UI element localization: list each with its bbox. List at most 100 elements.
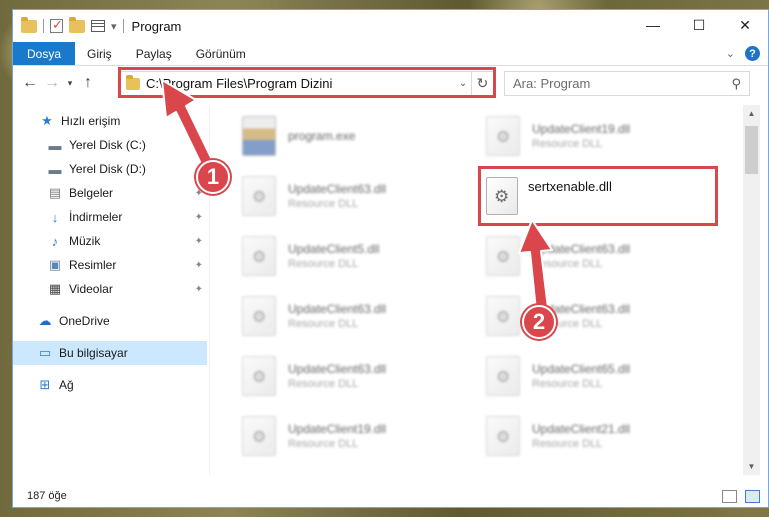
file-item[interactable]: UpdateClient63.dll Resource DLL <box>242 171 482 221</box>
dll-file-icon <box>486 116 520 156</box>
sidebar-item-label: Bu bilgisayar <box>59 346 128 360</box>
sidebar-item-videos[interactable]: ▦ Videolar ✦ <box>13 277 207 301</box>
sidebar-item-quick-access[interactable]: ★ Hızlı erişim <box>13 109 207 133</box>
file-description: Resource DLL <box>288 198 359 210</box>
file-name: program.exe <box>288 129 356 143</box>
documents-icon: ▤ <box>48 185 62 200</box>
pin-icon[interactable]: ✦ <box>195 284 203 295</box>
refresh-icon[interactable]: ↻ <box>471 72 493 95</box>
pin-icon[interactable]: ✦ <box>195 212 203 223</box>
sidebar-item-label: Müzik <box>69 234 101 248</box>
sidebar-item-label: Hızlı erişim <box>61 114 121 128</box>
tab-view[interactable]: Görünüm <box>184 42 258 65</box>
minimize-button[interactable]: — <box>630 10 676 40</box>
sidebar-item-label: Videolar <box>69 282 113 296</box>
highlighted-file-item[interactable]: sertxenable.dll <box>486 177 612 215</box>
search-placeholder: Ara: Program <box>513 76 591 91</box>
sidebar-item-documents[interactable]: ▤ Belgeler ✦ <box>13 181 207 205</box>
dll-file-icon <box>486 356 520 396</box>
network-icon: ⊞ <box>39 377 51 392</box>
file-item[interactable]: UpdateClient63.dll Resource DLL <box>486 231 726 281</box>
sidebar-item-music[interactable]: ♪ Müzik ✦ <box>13 229 207 253</box>
file-name: UpdateClient63.dll <box>288 362 387 376</box>
tab-home[interactable]: Giriş <box>75 42 124 65</box>
up-button[interactable]: ↑ <box>77 72 99 94</box>
back-button[interactable]: ← <box>19 72 41 94</box>
scroll-up-arrow-icon[interactable]: ▲ <box>743 105 760 122</box>
dll-file-icon <box>242 236 276 276</box>
pin-icon[interactable]: ✦ <box>195 260 203 271</box>
dll-file-icon <box>242 296 276 336</box>
forward-button[interactable]: → <box>41 72 63 94</box>
file-name: UpdateClient63.dll <box>288 302 387 316</box>
sidebar-item-label: Belgeler <box>69 186 114 200</box>
tab-file[interactable]: Dosya <box>13 42 76 65</box>
details-view-icon[interactable] <box>722 490 737 503</box>
address-path[interactable]: C:\Program Files\Program Dizini <box>146 76 455 91</box>
file-item[interactable]: UpdateClient65.dll Resource DLL <box>486 351 726 401</box>
step-2-badge: 2 <box>522 305 556 339</box>
tab-share[interactable]: Paylaş <box>124 42 184 65</box>
title-bar: ▾ Program — ☐ ✕ <box>13 10 768 42</box>
file-item[interactable]: UpdateClient19.dll Resource DLL <box>486 111 726 161</box>
file-name: UpdateClient65.dll <box>532 362 631 376</box>
properties-check-icon[interactable] <box>50 17 63 33</box>
file-name: UpdateClient5.dll <box>288 242 380 256</box>
close-button[interactable]: ✕ <box>722 10 768 40</box>
sidebar-item-pictures[interactable]: ▣ Resimler ✦ <box>13 253 207 277</box>
sidebar-item-downloads[interactable]: ↓ İndirmeler ✦ <box>13 205 207 229</box>
search-icon[interactable]: ⚲ <box>731 76 741 92</box>
file-item[interactable]: UpdateClient21.dll Resource DLL <box>486 411 726 461</box>
item-count: 187 öğe <box>27 490 67 502</box>
customize-toolbar-chevron-icon[interactable]: ▾ <box>111 20 117 33</box>
file-name: UpdateClient21.dll <box>532 422 631 436</box>
file-list: program.exe UpdateClient19.dll Resource D… <box>210 105 744 475</box>
sidebar-item-this-pc[interactable]: ▭ Bu bilgisayar <box>13 341 207 365</box>
download-icon: ↓ <box>51 209 59 225</box>
scroll-down-arrow-icon[interactable]: ▼ <box>743 458 760 475</box>
video-icon: ▦ <box>48 281 62 296</box>
recent-locations-chevron-icon[interactable]: ▾ <box>63 72 77 94</box>
file-name: UpdateClient63.dll <box>288 182 387 196</box>
file-name: sertxenable.dll <box>528 179 612 194</box>
file-item[interactable]: UpdateClient63.dll Resource DLL <box>242 351 482 401</box>
view-buttons <box>722 490 760 503</box>
new-folder-icon[interactable] <box>69 16 85 33</box>
sidebar-item-local-disk-d[interactable]: ▬ Yerel Disk (D:) ✦ <box>13 157 207 181</box>
large-icons-view-icon[interactable] <box>745 490 760 503</box>
navigation-pane: ★ Hızlı erişim ▬ Yerel Disk (C:) ▬ Yerel… <box>13 105 207 475</box>
address-bar[interactable]: C:\Program Files\Program Dizini ⌄ ↻ <box>120 71 494 96</box>
sidebar-item-label: OneDrive <box>59 314 110 328</box>
dll-file-icon <box>486 236 520 276</box>
file-item[interactable]: UpdateClient5.dll Resource DLL <box>242 231 482 281</box>
pin-icon[interactable]: ✦ <box>195 236 203 247</box>
file-item[interactable]: program.exe <box>242 111 482 161</box>
view-properties-icon[interactable] <box>91 20 105 32</box>
music-icon: ♪ <box>51 233 59 249</box>
quick-access-toolbar: ▾ <box>13 16 124 33</box>
sidebar-item-onedrive[interactable]: ☁ OneDrive <box>13 309 207 333</box>
sidebar-item-label: Yerel Disk (C:) <box>69 138 146 152</box>
dll-file-icon <box>242 176 276 216</box>
file-item[interactable]: UpdateClient63.dll Resource DLL <box>242 291 482 341</box>
file-item[interactable]: UpdateClient19.dll Resource DLL <box>242 411 482 461</box>
sidebar-item-label: Resimler <box>69 258 117 272</box>
sidebar-item-network[interactable]: ⊞ Ağ <box>13 373 207 397</box>
folder-icon[interactable] <box>21 16 37 33</box>
toolbar-divider <box>122 19 124 33</box>
file-description: Resource DLL <box>288 438 359 450</box>
file-description: Resource DLL <box>532 378 603 390</box>
file-description: Resource DLL <box>532 138 603 150</box>
address-dropdown-chevron-icon[interactable]: ⌄ <box>455 78 471 89</box>
explorer-window: ▾ Program — ☐ ✕ Dosya Giriş Paylaş Görün… <box>12 9 769 508</box>
search-input[interactable]: Ara: Program ⚲ <box>504 71 750 96</box>
maximize-button[interactable]: ☐ <box>676 10 722 40</box>
scroll-thumb[interactable] <box>745 126 758 174</box>
vertical-scrollbar[interactable]: ▲ ▼ <box>743 105 760 475</box>
sidebar-item-local-disk-c[interactable]: ▬ Yerel Disk (C:) <box>13 133 207 157</box>
cloud-icon: ☁ <box>38 313 52 328</box>
help-icon[interactable]: ? <box>745 46 760 61</box>
sidebar-item-label: İndirmeler <box>69 210 123 224</box>
expand-ribbon-chevron-icon[interactable]: ⌄ <box>726 47 735 60</box>
star-icon: ★ <box>41 113 53 128</box>
